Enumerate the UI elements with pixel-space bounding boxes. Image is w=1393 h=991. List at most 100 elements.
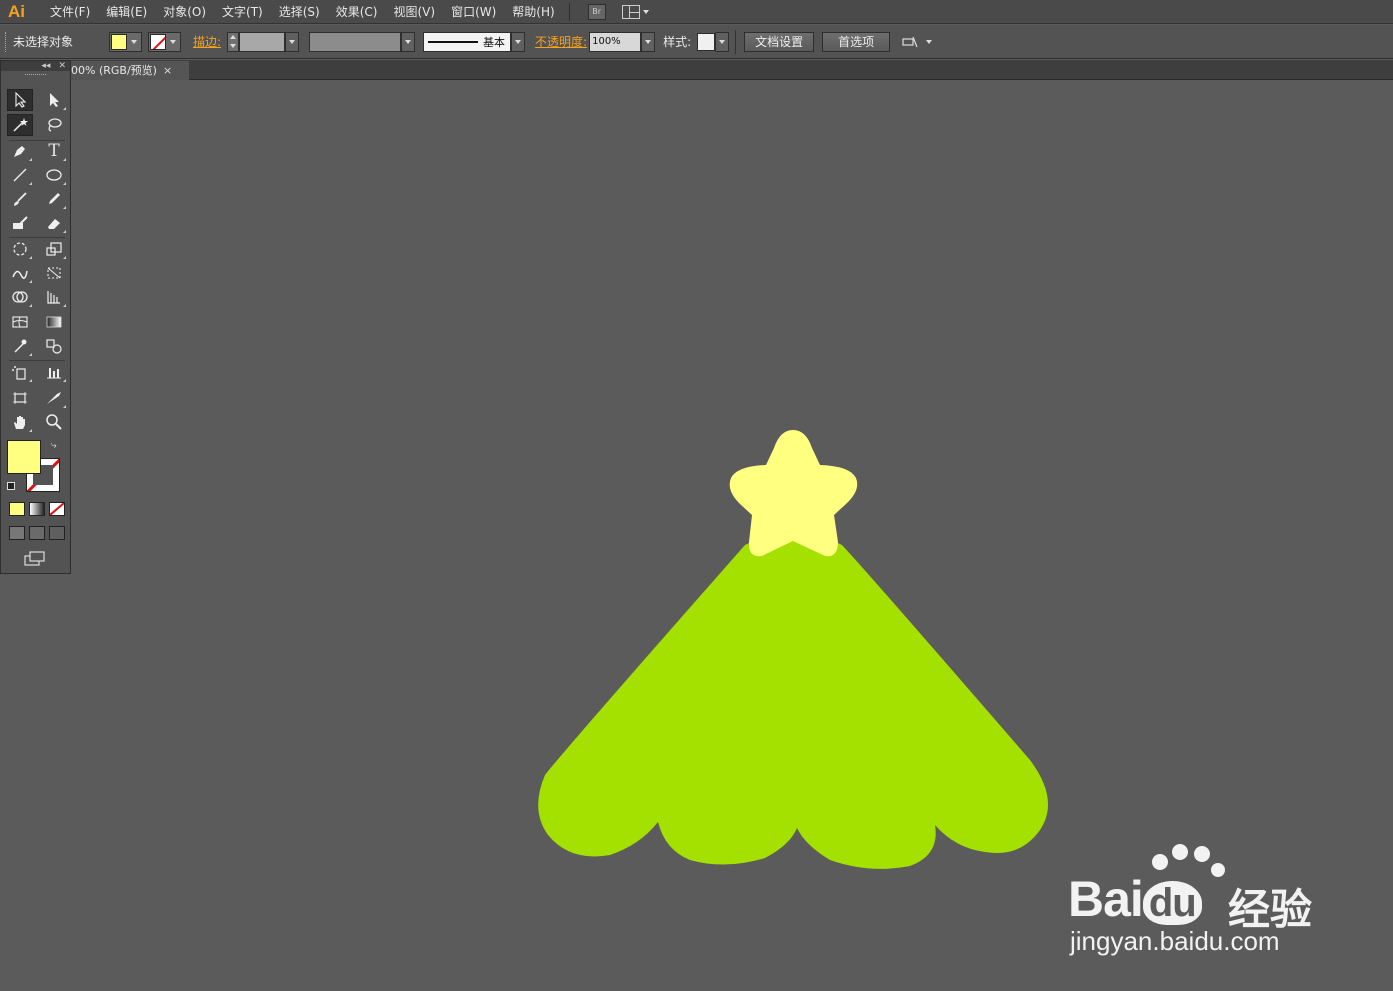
pencil-tool[interactable] [41, 188, 67, 210]
brush-definition-field[interactable]: 基本 [423, 31, 512, 52]
pen-tool[interactable] [7, 140, 33, 162]
chevron-down-icon [515, 39, 522, 44]
blob-brush-tool[interactable] [7, 212, 33, 234]
style-label: 样式: [663, 35, 692, 49]
eyedropper-tool[interactable] [7, 335, 33, 357]
menu-view[interactable]: 视图(V) [385, 0, 443, 24]
menu-object[interactable]: 对象(O) [155, 0, 214, 24]
symbol-sprayer-tool[interactable] [7, 361, 33, 383]
graphic-style-dropdown[interactable] [715, 31, 730, 52]
menu-separator [568, 2, 570, 21]
gradient-mode-button[interactable] [29, 502, 45, 516]
eraser-icon [48, 219, 60, 229]
default-fill-stroke-icon[interactable] [7, 482, 15, 490]
magic-wand-icon [13, 118, 28, 132]
chevron-down-icon [405, 39, 412, 44]
opacity-field[interactable]: 100% [589, 31, 642, 52]
gradient-tool[interactable] [41, 311, 67, 333]
column-graph-tool[interactable] [41, 361, 67, 383]
zoom-tool[interactable] [41, 411, 67, 433]
graphic-style-swatch[interactable] [697, 32, 716, 51]
mesh-tool[interactable] [7, 311, 33, 333]
opacity-dropdown[interactable] [641, 31, 656, 52]
perspective-grid-tool[interactable] [41, 286, 67, 308]
fill-color-swatch[interactable] [7, 440, 41, 474]
shape-builder-icon [12, 291, 28, 303]
blob-brush-icon [13, 216, 28, 229]
paintbrush-tool[interactable] [7, 188, 33, 210]
draw-inside-button[interactable] [49, 526, 65, 540]
close-icon[interactable]: ✕ [58, 61, 66, 71]
bridge-button[interactable]: Br [587, 3, 606, 20]
menu-file[interactable]: 文件(F) [42, 0, 98, 24]
menu-effect[interactable]: 效果(C) [328, 0, 386, 24]
arrange-documents-button[interactable] [621, 4, 649, 19]
chevron-down-icon [289, 39, 296, 44]
chevron-down-icon [645, 39, 652, 44]
document-tab[interactable]: 00% (RGB/预览) × [71, 61, 189, 80]
menu-help[interactable]: 帮助(H) [504, 0, 562, 24]
arrow-up-icon [230, 35, 237, 39]
warp-tool[interactable] [7, 262, 33, 284]
panel-grip[interactable] [25, 74, 46, 80]
menu-window[interactable]: 窗口(W) [443, 0, 504, 24]
menu-select[interactable]: 选择(S) [271, 0, 328, 24]
direct-selection-tool[interactable] [41, 89, 67, 111]
app-logo: Ai [8, 1, 25, 21]
stroke-weight-dropdown[interactable] [285, 31, 300, 52]
lasso-tool[interactable] [41, 114, 67, 136]
screen-mode-icon [24, 551, 45, 566]
symbol-sprayer-icon [12, 366, 26, 380]
chevron-down-icon [130, 39, 137, 44]
panel-options-icon [902, 36, 918, 47]
star-shape[interactable] [729, 430, 858, 557]
control-bar: 未选择对象 描边: 基本 不透明度: 100% 样式: 文档设置 首选项 [0, 25, 1393, 59]
variable-width-field[interactable] [309, 31, 402, 52]
selection-tool[interactable] [7, 89, 33, 111]
type-tool[interactable]: T [41, 140, 67, 162]
panel-grip[interactable] [5, 31, 9, 52]
variable-width-dropdown[interactable] [401, 31, 416, 52]
brush-definition-dropdown[interactable] [511, 31, 526, 52]
panel-menu-button[interactable] [902, 35, 933, 49]
watermark-url: jingyan.baidu.com [1070, 926, 1280, 956]
change-screen-mode-button[interactable] [23, 551, 47, 571]
stroke-preview [428, 40, 479, 43]
blend-tool[interactable] [41, 335, 67, 357]
menu-bar: Ai 文件(F) 编辑(E) 对象(O) 文字(T) 选择(S) 效果(C) 视… [0, 0, 1393, 24]
fill-color-picker[interactable] [109, 31, 142, 52]
stroke-none-swatch [150, 33, 166, 50]
eraser-tool[interactable] [41, 212, 67, 234]
free-transform-tool[interactable] [41, 262, 67, 284]
stroke-weight-stepper[interactable] [227, 31, 240, 52]
menu-type[interactable]: 文字(T) [214, 0, 271, 24]
fill-swatch [111, 33, 127, 50]
draw-normal-button[interactable] [9, 526, 25, 540]
swap-fill-stroke-icon[interactable]: ⤷ [51, 440, 57, 451]
draw-behind-button[interactable] [29, 526, 45, 540]
document-tab-title: 00% (RGB/预览) [71, 64, 157, 77]
line-segment-tool[interactable] [7, 164, 33, 186]
preferences-button[interactable]: 首选项 [822, 31, 891, 52]
shape-builder-tool[interactable] [7, 286, 33, 308]
stroke-color-picker[interactable] [148, 31, 181, 52]
opacity-label[interactable]: 不透明度: [535, 33, 587, 50]
none-mode-button[interactable] [49, 502, 65, 516]
color-mode-button[interactable] [9, 502, 25, 516]
menu-edit[interactable]: 编辑(E) [98, 0, 155, 24]
zoom-magnifier-icon [46, 414, 62, 430]
magic-wand-tool[interactable] [7, 114, 33, 136]
slice-tool[interactable] [41, 387, 67, 409]
stroke-weight-field[interactable] [239, 31, 286, 52]
watermark-brand: Bai du [1068, 870, 1202, 928]
document-setup-button[interactable]: 文档设置 [744, 31, 815, 52]
ellipse-tool[interactable] [41, 164, 67, 186]
tree-shape[interactable] [538, 532, 1048, 869]
stroke-label[interactable]: 描边: [193, 33, 221, 50]
close-icon[interactable]: × [163, 61, 172, 80]
artboard-tool[interactable] [7, 387, 33, 409]
scale-tool[interactable] [41, 238, 67, 260]
collapse-icon[interactable]: ◂◂ [41, 61, 50, 71]
hand-tool[interactable] [7, 411, 33, 433]
rotate-tool[interactable] [7, 238, 33, 260]
